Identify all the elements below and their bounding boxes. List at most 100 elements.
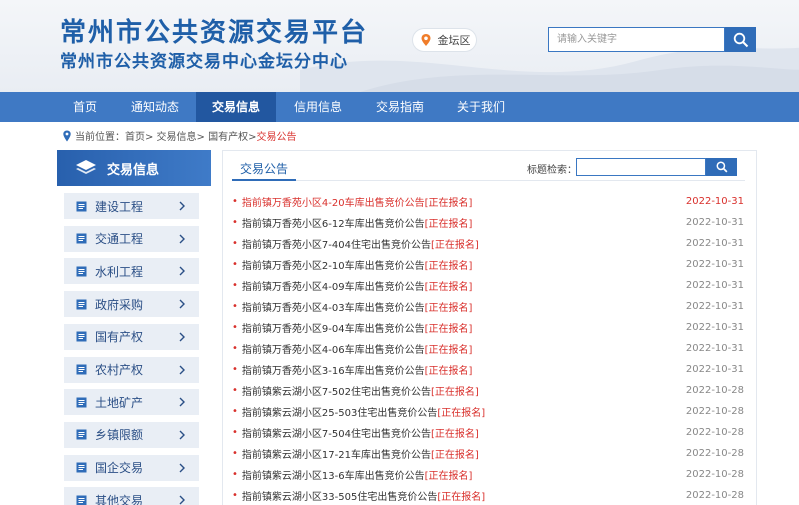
main-nav: 首页 通知动态 交易信息 信用信息 交易指南 关于我们 bbox=[0, 92, 799, 122]
nav-trade-guide[interactable]: 交易指南 bbox=[360, 92, 440, 122]
bullet-icon: • bbox=[232, 322, 238, 333]
bullet-icon: • bbox=[232, 238, 238, 249]
announcement-title[interactable]: 指前镇万香苑小区4-06车库出售竞价公告 bbox=[242, 341, 425, 356]
list-item[interactable]: • 指前镇紫云湖小区25-503住宅出售竞价公告 [正在报名] 2022-10-28 bbox=[232, 401, 744, 422]
announcement-title[interactable]: 指前镇紫云湖小区25-503住宅出售竞价公告 bbox=[242, 404, 437, 419]
announcement-title[interactable]: 指前镇紫云湖小区13-6车库出售竞价公告 bbox=[242, 467, 425, 482]
status-badge: [正在报名] bbox=[424, 198, 473, 209]
announcement-title[interactable]: 指前镇万香苑小区4-20车库出售竞价公告 bbox=[242, 194, 425, 209]
sidebar-item-procurement[interactable]: 政府采购 bbox=[64, 291, 199, 318]
chevron-right-icon bbox=[179, 430, 185, 440]
sidebar-item-water[interactable]: 水利工程 bbox=[64, 258, 199, 285]
site-search-button[interactable] bbox=[725, 27, 756, 52]
bullet-icon: • bbox=[232, 301, 238, 312]
site-title: 常州市公共资源交易平台 bbox=[60, 18, 369, 48]
chevron-right-icon bbox=[179, 463, 185, 473]
sidebar-item-construction[interactable]: 建设工程 bbox=[64, 193, 199, 219]
announcement-date: 2022-10-28 bbox=[685, 448, 744, 459]
list-item[interactable]: • 指前镇万香苑小区4-06车库出售竞价公告 [正在报名] 2022-10-31 bbox=[232, 338, 744, 359]
document-icon bbox=[76, 495, 87, 505]
announcement-title[interactable]: 指前镇万香苑小区3-16车库出售竞价公告 bbox=[242, 362, 425, 377]
nav-notices[interactable]: 通知动态 bbox=[115, 92, 195, 122]
document-icon bbox=[76, 429, 87, 440]
bullet-icon: • bbox=[232, 343, 238, 354]
bullet-icon: • bbox=[232, 385, 238, 396]
search-icon bbox=[716, 161, 727, 173]
chevron-right-icon bbox=[179, 495, 185, 505]
location-selector[interactable]: 金坛区 bbox=[413, 29, 476, 51]
breadcrumb: 当前位置：首页> 交易信息> 国有产权> 交易公告 bbox=[62, 128, 297, 143]
announcement-title[interactable]: 指前镇万香苑小区4-03车库出售竞价公告 bbox=[242, 299, 425, 314]
status-badge: [正在报名] bbox=[437, 408, 486, 419]
chevron-right-icon bbox=[179, 201, 185, 211]
document-icon bbox=[76, 233, 87, 244]
site-subtitle: 常州市公共资源交易中心金坛分中心 bbox=[60, 52, 348, 72]
list-item[interactable]: • 指前镇万香苑小区2-10车库出售竞价公告 [正在报名] 2022-10-31 bbox=[232, 254, 744, 275]
list-item[interactable]: • 指前镇万香苑小区3-16车库出售竞价公告 [正在报名] 2022-10-31 bbox=[232, 359, 744, 380]
bullet-icon: • bbox=[232, 364, 238, 375]
title-search-button[interactable] bbox=[706, 158, 737, 176]
sidebar-item-state-property[interactable]: 国有产权 bbox=[64, 323, 199, 350]
breadcrumb-path[interactable]: 当前位置：首页> 交易信息> 国有产权> bbox=[75, 128, 257, 143]
nav-trade-info[interactable]: 交易信息 bbox=[196, 92, 276, 122]
status-badge: [正在报名] bbox=[424, 282, 473, 293]
breadcrumb-current: 交易公告 bbox=[256, 132, 297, 143]
list-item[interactable]: • 指前镇万香苑小区7-404住宅出售竞价公告 [正在报名] 2022-10-31 bbox=[232, 233, 744, 254]
search-icon bbox=[733, 32, 748, 47]
announcement-title[interactable]: 指前镇万香苑小区7-404住宅出售竞价公告 bbox=[242, 236, 431, 251]
list-item[interactable]: • 指前镇万香苑小区4-09车库出售竞价公告 [正在报名] 2022-10-31 bbox=[232, 275, 744, 296]
list-item[interactable]: • 指前镇万香苑小区4-03车库出售竞价公告 [正在报名] 2022-10-31 bbox=[232, 296, 744, 317]
status-badge: [正在报名] bbox=[424, 471, 473, 482]
chevron-right-icon bbox=[179, 266, 185, 276]
sidebar-item-township-quota[interactable]: 乡镇限额 bbox=[64, 421, 199, 448]
announcement-title[interactable]: 指前镇万香苑小区2-10车库出售竞价公告 bbox=[242, 257, 425, 272]
list-item[interactable]: • 指前镇紫云湖小区7-504住宅出售竞价公告 [正在报名] 2022-10-28 bbox=[232, 422, 744, 443]
sidebar-item-land-mineral[interactable]: 土地矿产 bbox=[64, 389, 199, 416]
announcement-title[interactable]: 指前镇万香苑小区4-09车库出售竞价公告 bbox=[242, 278, 425, 293]
sidebar-item-soe-trade[interactable]: 国企交易 bbox=[64, 454, 199, 481]
nav-home[interactable]: 首页 bbox=[55, 92, 115, 122]
list-item[interactable]: • 指前镇紫云湖小区7-502住宅出售竞价公告 [正在报名] 2022-10-28 bbox=[232, 380, 744, 401]
announcement-date: 2022-10-31 bbox=[685, 196, 744, 207]
chevron-right-icon bbox=[179, 234, 185, 244]
announcement-title[interactable]: 指前镇万香苑小区6-12车库出售竞价公告 bbox=[242, 215, 425, 230]
sidebar-item-label: 政府采购 bbox=[95, 297, 144, 312]
announcement-date: 2022-10-31 bbox=[685, 301, 744, 312]
announcement-date: 2022-10-31 bbox=[685, 364, 744, 375]
status-badge: [正在报名] bbox=[424, 219, 473, 230]
bullet-icon: • bbox=[232, 490, 238, 501]
status-badge: [正在报名] bbox=[430, 429, 479, 440]
document-icon bbox=[76, 364, 87, 375]
list-item[interactable]: • 指前镇万香苑小区4-20车库出售竞价公告 [正在报名] 2022-10-31 bbox=[232, 191, 744, 212]
sidebar-item-rural-property[interactable]: 农村产权 bbox=[64, 356, 199, 383]
nav-about-us[interactable]: 关于我们 bbox=[441, 92, 521, 122]
document-icon bbox=[76, 201, 87, 211]
sidebar-item-transport[interactable]: 交通工程 bbox=[64, 225, 199, 252]
announcement-title[interactable]: 指前镇万香苑小区9-04车库出售竞价公告 bbox=[242, 320, 425, 335]
chevron-right-icon bbox=[179, 397, 185, 407]
sidebar-item-other-trade[interactable]: 其他交易 bbox=[64, 487, 199, 505]
title-search-input[interactable] bbox=[576, 158, 706, 176]
document-icon bbox=[76, 397, 87, 408]
document-icon bbox=[76, 462, 87, 473]
announcement-title[interactable]: 指前镇紫云湖小区7-502住宅出售竞价公告 bbox=[242, 383, 431, 398]
list-item[interactable]: • 指前镇万香苑小区6-12车库出售竞价公告 [正在报名] 2022-10-31 bbox=[232, 212, 744, 233]
document-icon bbox=[76, 331, 87, 342]
list-item[interactable]: • 指前镇紫云湖小区13-6车库出售竞价公告 [正在报名] 2022-10-28 bbox=[232, 464, 744, 485]
status-badge: [正在报名] bbox=[437, 492, 486, 503]
nav-credit-info[interactable]: 信用信息 bbox=[278, 92, 358, 122]
sidebar-item-label: 乡镇限额 bbox=[95, 428, 144, 443]
status-badge: [正在报名] bbox=[424, 366, 473, 377]
site-search-input[interactable]: 请输入关键字 bbox=[548, 27, 725, 52]
announcement-title[interactable]: 指前镇紫云湖小区7-504住宅出售竞价公告 bbox=[242, 425, 431, 440]
list-item[interactable]: • 指前镇紫云湖小区33-505住宅出售竞价公告 [正在报名] 2022-10-28 bbox=[232, 485, 744, 505]
bullet-icon: • bbox=[232, 217, 238, 228]
announcement-title[interactable]: 指前镇紫云湖小区17-21车库出售竞价公告 bbox=[242, 446, 431, 461]
sidebar-item-label: 交通工程 bbox=[95, 232, 144, 247]
panel-title: 交易公告 bbox=[240, 162, 289, 176]
chevron-right-icon bbox=[179, 365, 185, 374]
status-badge: [正在报名] bbox=[430, 387, 479, 398]
announcement-title[interactable]: 指前镇紫云湖小区33-505住宅出售竞价公告 bbox=[242, 488, 437, 503]
list-item[interactable]: • 指前镇万香苑小区9-04车库出售竞价公告 [正在报名] 2022-10-31 bbox=[232, 317, 744, 338]
list-item[interactable]: • 指前镇紫云湖小区17-21车库出售竞价公告 [正在报名] 2022-10-28 bbox=[232, 443, 744, 464]
